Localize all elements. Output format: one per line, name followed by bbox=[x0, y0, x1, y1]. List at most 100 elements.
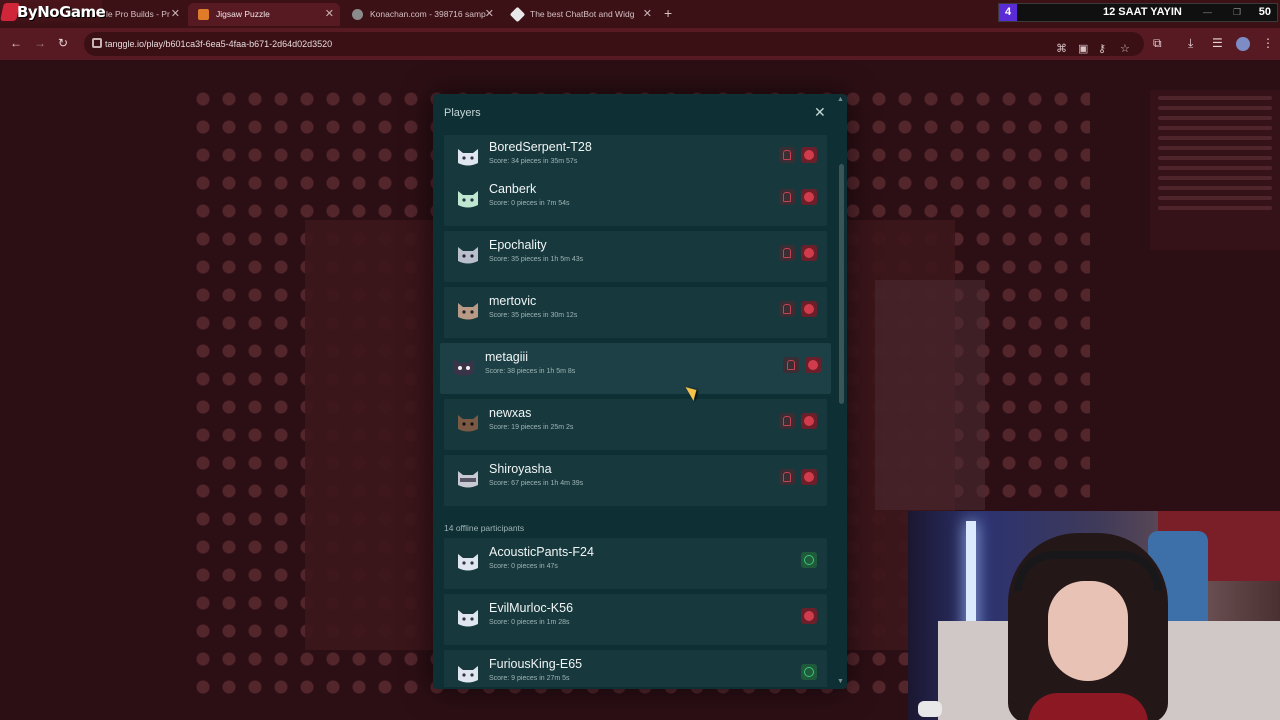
kick-user-icon[interactable] bbox=[779, 413, 795, 429]
ban-icon[interactable] bbox=[801, 608, 817, 624]
assembled-piece-cluster[interactable] bbox=[875, 280, 985, 510]
player-row-offline[interactable]: EvilMurloc-K56 Score: 0 pieces in 1m 28s bbox=[444, 594, 827, 645]
tab-label: The best ChatBot and Widg bbox=[530, 9, 635, 19]
player-row-offline[interactable]: FuriousKing-E65 Score: 9 pieces in 27m 5… bbox=[444, 650, 827, 687]
player-score: Score: 35 pieces in 1h 5m 43s bbox=[489, 256, 584, 263]
cat-avatar-icon bbox=[451, 353, 477, 379]
tab-label: Jigsaw Puzzle bbox=[216, 9, 270, 19]
tab-konachan[interactable]: Konachan.com - 398716 samp ✕ bbox=[342, 3, 500, 26]
close-icon[interactable]: ✕ bbox=[814, 104, 826, 121]
minimize-icon[interactable]: — bbox=[1203, 4, 1212, 21]
kick-user-icon[interactable] bbox=[779, 189, 795, 205]
ban-icon[interactable] bbox=[801, 245, 817, 261]
headphones-icon bbox=[1014, 551, 1162, 591]
stream-right-number: 50 bbox=[1258, 6, 1271, 18]
player-score: Score: 34 pieces in 35m 57s bbox=[489, 158, 578, 165]
stream-overlay-badge: 4 12 SAAT YAYIN — ❐ 50 bbox=[998, 3, 1278, 22]
globe-favicon-icon bbox=[352, 9, 363, 20]
profile-avatar[interactable] bbox=[1236, 37, 1250, 51]
brand-name: ByNoGame bbox=[17, 3, 106, 21]
tab-jigsaw-puzzle[interactable]: Jigsaw Puzzle ✕ bbox=[188, 3, 340, 26]
stream-left-number: 4 bbox=[999, 4, 1017, 21]
kick-user-icon[interactable] bbox=[783, 357, 799, 373]
site-info-icon[interactable] bbox=[92, 38, 102, 48]
cat-avatar-icon bbox=[455, 604, 481, 630]
url-text: tanggle.io/play/b601ca3f-6ea5-4faa-b671-… bbox=[105, 39, 333, 49]
player-row[interactable]: newxas Score: 19 pieces in 25m 2s bbox=[444, 399, 827, 450]
ban-icon[interactable] bbox=[801, 413, 817, 429]
cat-avatar-icon bbox=[455, 143, 481, 169]
kick-user-icon[interactable] bbox=[779, 469, 795, 485]
player-row[interactable]: Shiroyasha Score: 67 pieces in 1h 4m 39s bbox=[444, 455, 827, 506]
screenshot-icon[interactable]: ▣ bbox=[1078, 37, 1088, 61]
players-panel-title: Players bbox=[444, 107, 481, 119]
player-score: Score: 9 pieces in 27m 5s bbox=[489, 675, 570, 682]
close-tab-icon[interactable]: ✕ bbox=[171, 3, 180, 26]
restore-icon[interactable]: ❐ bbox=[1233, 4, 1241, 21]
password-key-icon[interactable]: ⚷ bbox=[1098, 37, 1106, 61]
tab-label: Konachan.com - 398716 samp bbox=[370, 9, 486, 19]
ban-icon[interactable] bbox=[801, 301, 817, 317]
webcam-overlay bbox=[908, 511, 1280, 720]
scroll-up-icon[interactable]: ▲ bbox=[837, 96, 844, 103]
media-control-icon[interactable]: ☰ bbox=[1212, 36, 1223, 50]
kick-user-icon[interactable] bbox=[779, 301, 795, 317]
player-row[interactable]: mertovic Score: 35 pieces in 30m 12s bbox=[444, 287, 827, 338]
close-tab-icon[interactable]: ✕ bbox=[325, 3, 334, 26]
close-tab-icon[interactable]: ✕ bbox=[485, 3, 494, 26]
player-row[interactable]: Epochality Score: 35 pieces in 1h 5m 43s bbox=[444, 231, 827, 282]
players-scrollbar-thumb[interactable] bbox=[839, 164, 844, 404]
player-row[interactable]: Canberk Score: 0 pieces in 7m 54s bbox=[444, 175, 827, 226]
kick-user-icon[interactable] bbox=[779, 245, 795, 261]
download-icon[interactable]: ⤓ bbox=[1188, 36, 1193, 51]
browser-menu-icon[interactable]: ⋮ bbox=[1262, 36, 1274, 50]
streamer-brand-logo: ByNoGame bbox=[0, 0, 106, 26]
cat-avatar-icon bbox=[455, 465, 481, 491]
ban-icon[interactable] bbox=[801, 147, 817, 163]
players-list[interactable]: BoredSerpent-T28 Score: 34 pieces in 35m… bbox=[433, 135, 833, 687]
ban-icon[interactable] bbox=[801, 189, 817, 205]
ban-icon[interactable] bbox=[805, 357, 821, 373]
scroll-down-icon[interactable]: ▼ bbox=[837, 678, 844, 685]
extensions-icon[interactable]: ⧉ bbox=[1153, 36, 1162, 51]
reload-icon[interactable]: ↻ bbox=[58, 36, 68, 50]
bookmark-star-icon[interactable]: ☆ bbox=[1120, 37, 1130, 61]
unban-check-icon[interactable] bbox=[801, 552, 817, 568]
streamer-face bbox=[1048, 581, 1128, 681]
address-bar[interactable]: tanggle.io/play/b601ca3f-6ea5-4faa-b671-… bbox=[84, 32, 1144, 56]
player-name: Canberk bbox=[489, 182, 537, 196]
cat-avatar-icon bbox=[455, 660, 481, 686]
unban-check-icon[interactable] bbox=[801, 664, 817, 680]
player-name: AcousticPants-F24 bbox=[489, 545, 594, 559]
forward-arrow-icon[interactable]: → bbox=[34, 36, 46, 50]
stream-title: 12 SAAT YAYIN bbox=[1103, 6, 1182, 18]
webcam-streamer bbox=[1008, 533, 1168, 720]
tab-chatbot[interactable]: The best ChatBot and Widg ✕ bbox=[502, 3, 658, 26]
browser-tab-bar: le Pro Builds - Pr ✕ Jigsaw Puzzle ✕ Kon… bbox=[0, 0, 1280, 28]
player-row[interactable]: metagiii Score: 38 pieces in 1h 5m 8s bbox=[440, 343, 831, 394]
new-tab-plus-icon[interactable]: + bbox=[664, 5, 672, 21]
streamer-top bbox=[1028, 693, 1148, 720]
player-name: Epochality bbox=[489, 238, 547, 252]
cat-avatar-icon bbox=[455, 297, 481, 323]
translate-icon[interactable]: ⌘ bbox=[1056, 37, 1067, 61]
kick-user-icon[interactable] bbox=[779, 147, 795, 163]
player-score: Score: 38 pieces in 1h 5m 8s bbox=[485, 368, 576, 375]
player-name: EvilMurloc-K56 bbox=[489, 601, 574, 615]
puzzle-favicon-icon bbox=[198, 9, 209, 20]
player-name: Shiroyasha bbox=[489, 462, 552, 476]
tab-label: le Pro Builds - Pr bbox=[106, 9, 170, 19]
player-row-offline[interactable]: AcousticPants-F24 Score: 0 pieces in 47s bbox=[444, 538, 827, 589]
close-tab-icon[interactable]: ✕ bbox=[643, 3, 652, 26]
browser-toolbar: ← → ↻ tanggle.io/play/b601ca3f-6ea5-4faa… bbox=[0, 28, 1280, 60]
player-score: Score: 67 pieces in 1h 4m 39s bbox=[489, 480, 584, 487]
players-modal: Players ✕ BoredSerpent-T28 Score: 34 pie… bbox=[433, 94, 847, 689]
player-name: mertovic bbox=[489, 294, 537, 308]
game-info-sidebar bbox=[1150, 90, 1280, 250]
player-name: newxas bbox=[489, 406, 532, 420]
ban-icon[interactable] bbox=[801, 469, 817, 485]
back-arrow-icon[interactable]: ← bbox=[10, 36, 22, 50]
player-score: Score: 19 pieces in 25m 2s bbox=[489, 424, 574, 431]
player-score: Score: 0 pieces in 47s bbox=[489, 563, 558, 570]
player-score: Score: 0 pieces in 1m 28s bbox=[489, 619, 570, 626]
